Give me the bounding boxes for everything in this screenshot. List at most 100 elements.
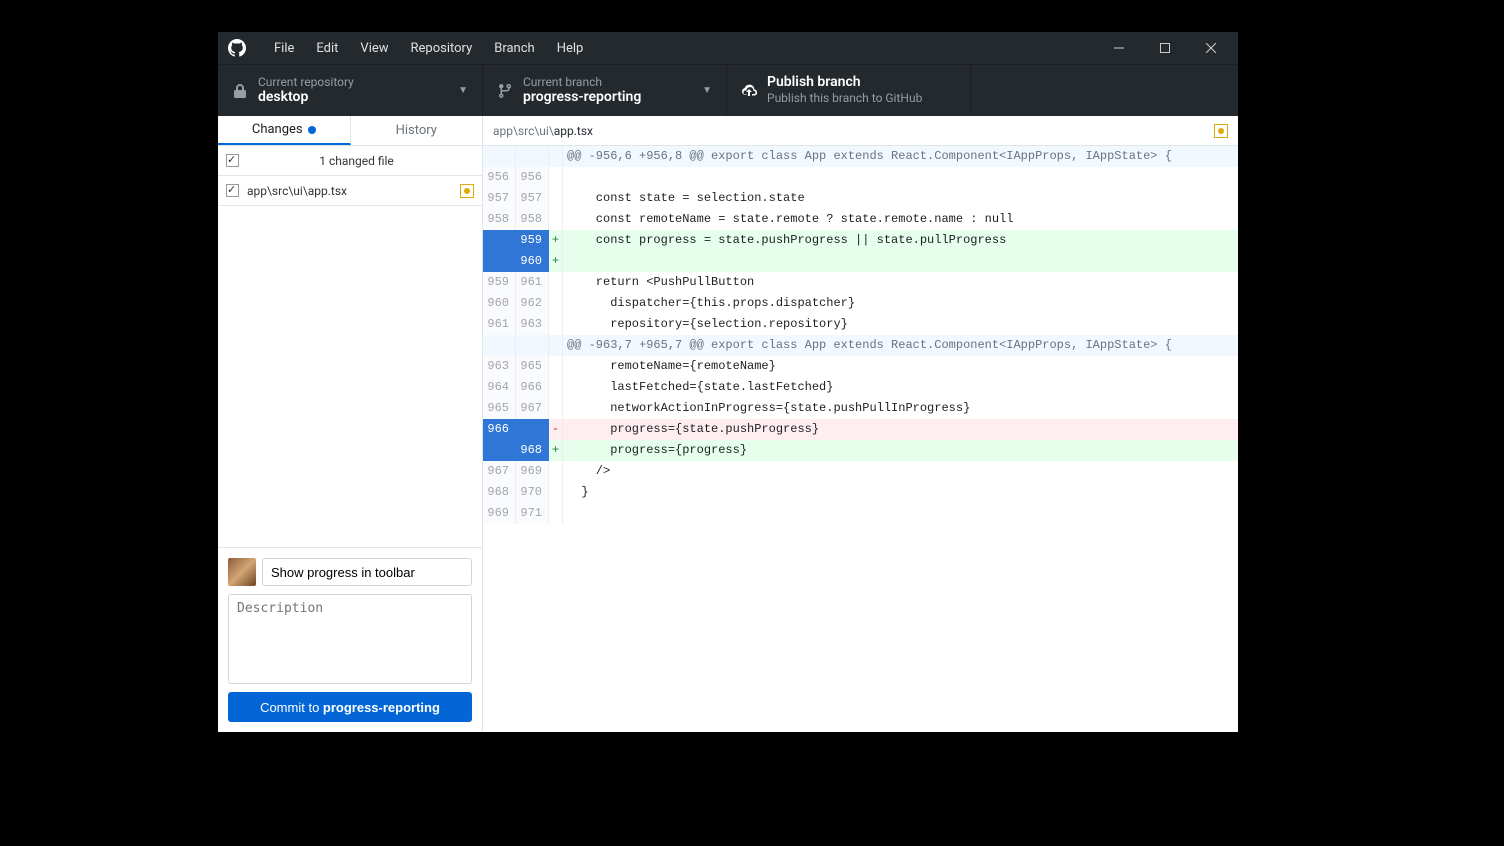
tab-changes[interactable]: Changes (218, 116, 351, 145)
github-logo-icon (228, 39, 246, 57)
diff-row[interactable]: 968+ progress={progress} (483, 440, 1238, 461)
diff-marker: + (549, 230, 563, 251)
menu-view[interactable]: View (350, 37, 398, 60)
commit-button[interactable]: Commit to progress-reporting (228, 692, 472, 722)
line-number-new (516, 335, 549, 356)
line-number-new: 957 (516, 188, 549, 209)
repo-value: desktop (258, 89, 354, 106)
publish-button[interactable]: Publish branch Publish this branch to Gi… (727, 65, 971, 116)
menu-help[interactable]: Help (547, 37, 594, 60)
line-number-new: 971 (516, 503, 549, 524)
changes-summary: 1 changed file (218, 146, 482, 176)
line-number-old (483, 146, 516, 167)
diff-row[interactable]: 957957 const state = selection.state (483, 188, 1238, 209)
line-number-new: 967 (516, 398, 549, 419)
line-number-old: 968 (483, 482, 516, 503)
diff-header: app\src\ui\app.tsx (483, 116, 1238, 146)
menu-edit[interactable]: Edit (306, 37, 348, 60)
diff-body[interactable]: @@ -956,6 +956,8 @@ export class App ext… (483, 146, 1238, 732)
cloud-upload-icon (741, 83, 757, 99)
diff-marker (549, 272, 563, 293)
diff-row[interactable]: 960962 dispatcher={this.props.dispatcher… (483, 293, 1238, 314)
repo-selector[interactable]: Current repository desktop ▼ (218, 65, 483, 116)
diff-row[interactable]: 965967 networkActionInProgress={state.pu… (483, 398, 1238, 419)
tab-history[interactable]: History (351, 116, 483, 145)
menu-branch[interactable]: Branch (484, 37, 544, 60)
chevron-down-icon: ▼ (702, 85, 712, 96)
diff-row[interactable]: 967969 /> (483, 461, 1238, 482)
diff-row[interactable]: 956956 (483, 167, 1238, 188)
menu-file[interactable]: File (264, 37, 304, 60)
line-number-new: 963 (516, 314, 549, 335)
window-close-icon[interactable] (1188, 32, 1234, 64)
code-text: @@ -963,7 +965,7 @@ export class App ext… (563, 335, 1238, 356)
line-number-new: 965 (516, 356, 549, 377)
line-number-new (516, 146, 549, 167)
code-text (563, 251, 1238, 272)
branch-icon (497, 83, 513, 99)
sidebar: Changes History 1 changed file app\src\u… (218, 116, 483, 732)
diff-row[interactable]: 968970 } (483, 482, 1238, 503)
code-text: /> (563, 461, 1238, 482)
diff-path-file: app.tsx (554, 124, 593, 138)
code-text: dispatcher={this.props.dispatcher} (563, 293, 1238, 314)
diff-row[interactable]: @@ -956,6 +956,8 @@ export class App ext… (483, 146, 1238, 167)
commit-summary-input[interactable] (262, 558, 472, 586)
branch-selector[interactable]: Current branch progress-reporting ▼ (483, 65, 727, 116)
diff-marker (549, 314, 563, 335)
code-text (563, 167, 1238, 188)
diff-marker (549, 335, 563, 356)
code-text: lastFetched={state.lastFetched} (563, 377, 1238, 398)
line-number-old (483, 335, 516, 356)
diff-row[interactable]: 959+ const progress = state.pushProgress… (483, 230, 1238, 251)
window-maximize-icon[interactable] (1142, 32, 1188, 64)
code-text: const progress = state.pushProgress || s… (563, 230, 1238, 251)
diff-marker (549, 356, 563, 377)
diff-marker (549, 167, 563, 188)
line-number-old: 965 (483, 398, 516, 419)
modified-icon (1214, 124, 1228, 138)
line-number-old: 966 (483, 419, 516, 440)
diff-marker (549, 293, 563, 314)
diff-row[interactable]: 963965 remoteName={remoteName} (483, 356, 1238, 377)
window-minimize-icon[interactable] (1096, 32, 1142, 64)
modified-icon (460, 184, 474, 198)
line-number-new: 970 (516, 482, 549, 503)
code-text: return <PushPullButton (563, 272, 1238, 293)
line-number-old: 957 (483, 188, 516, 209)
sidebar-tabs: Changes History (218, 116, 482, 146)
commit-description-input[interactable] (228, 594, 472, 684)
menu-repository[interactable]: Repository (401, 37, 483, 60)
line-number-old: 960 (483, 293, 516, 314)
action-title: Publish branch (767, 74, 922, 91)
tab-history-label: History (396, 123, 437, 138)
diff-row[interactable]: 966- progress={state.pushProgress} (483, 419, 1238, 440)
diff-marker (549, 461, 563, 482)
body: Changes History 1 changed file app\src\u… (218, 116, 1238, 732)
commit-button-prefix: Commit to (260, 700, 323, 715)
file-checkbox[interactable] (226, 184, 239, 197)
diff-row[interactable]: @@ -963,7 +965,7 @@ export class App ext… (483, 335, 1238, 356)
code-text: @@ -956,6 +956,8 @@ export class App ext… (563, 146, 1238, 167)
commit-button-branch: progress-reporting (323, 700, 440, 715)
changes-count: 1 changed file (239, 154, 474, 168)
line-number-old: 967 (483, 461, 516, 482)
line-number-old: 956 (483, 167, 516, 188)
diff-row[interactable]: 964966 lastFetched={state.lastFetched} (483, 377, 1238, 398)
diff-row[interactable]: 959961 return <PushPullButton (483, 272, 1238, 293)
diff-path-prefix: app\src\ui\ (493, 124, 554, 138)
action-subtitle: Publish this branch to GitHub (767, 91, 922, 107)
line-number-new: 966 (516, 377, 549, 398)
diff-row[interactable]: 961963 repository={selection.repository} (483, 314, 1238, 335)
diff-row[interactable]: 960+ (483, 251, 1238, 272)
diff-row[interactable]: 969971 (483, 503, 1238, 524)
code-text: const remoteName = state.remote ? state.… (563, 209, 1238, 230)
branch-value: progress-reporting (523, 89, 641, 106)
diff-row[interactable]: 958958 const remoteName = state.remote ?… (483, 209, 1238, 230)
file-row[interactable]: app\src\ui\app.tsx (218, 176, 482, 206)
line-number-old (483, 251, 516, 272)
diff-marker (549, 503, 563, 524)
code-text: networkActionInProgress={state.pushPullI… (563, 398, 1238, 419)
select-all-checkbox[interactable] (226, 154, 239, 167)
line-number-new: 962 (516, 293, 549, 314)
